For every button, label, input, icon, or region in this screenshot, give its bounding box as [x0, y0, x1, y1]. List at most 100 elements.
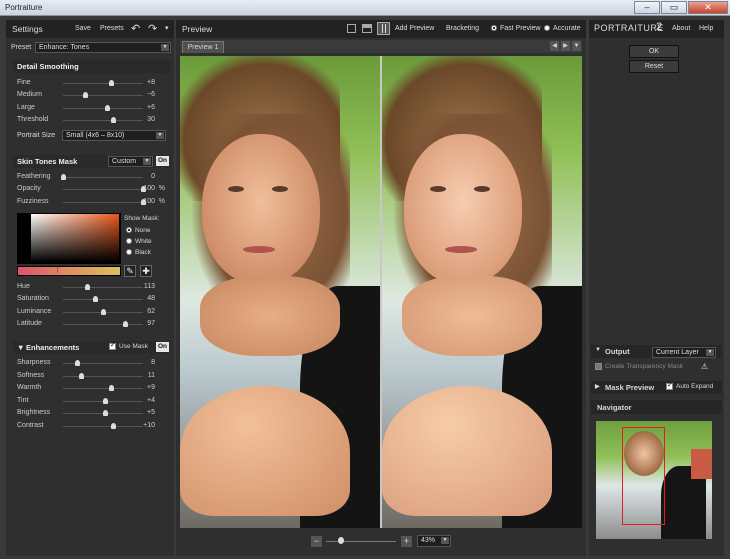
- hsl-slider-knob[interactable]: [101, 308, 106, 315]
- ok-button[interactable]: OK: [629, 45, 679, 58]
- bracketing-button[interactable]: Bracketing: [446, 25, 479, 32]
- hue-strip-marker[interactable]: |: [57, 267, 59, 273]
- hsl-value[interactable]: 48: [131, 295, 155, 302]
- enh-value[interactable]: +9: [131, 384, 155, 391]
- zoom-slider-track[interactable]: [326, 541, 396, 542]
- enh-value[interactable]: +4: [131, 397, 155, 404]
- split-vertical-icon[interactable]: [377, 22, 390, 35]
- skin-value[interactable]: 100: [131, 198, 155, 205]
- detail-value[interactable]: +8: [131, 79, 155, 86]
- original-preview-image[interactable]: [180, 56, 380, 528]
- undo-icon[interactable]: ↶: [131, 22, 140, 35]
- skin-value[interactable]: 0: [131, 173, 155, 180]
- hsl-value[interactable]: 97: [131, 320, 155, 327]
- enh-value[interactable]: +10: [131, 422, 155, 429]
- zoom-out-button[interactable]: −: [311, 536, 322, 547]
- use-mask-label: Use Mask: [119, 343, 148, 351]
- use-mask-checkbox[interactable]: Use Mask: [109, 341, 148, 351]
- hsl-slider-knob[interactable]: [93, 296, 98, 303]
- zoom-bar: − + 43% ▼: [176, 531, 586, 556]
- eyedropper-plus-icon[interactable]: ✚: [140, 265, 152, 277]
- color-picker-box[interactable]: [17, 213, 121, 264]
- reset-button[interactable]: Reset: [629, 60, 679, 73]
- skin-mode-select[interactable]: Custom ▼: [108, 156, 153, 167]
- menu-arrow-icon[interactable]: ▾: [165, 24, 169, 32]
- tab-prev-icon[interactable]: ◀: [550, 41, 559, 51]
- single-view-icon[interactable]: [347, 24, 356, 33]
- close-button[interactable]: ✕: [688, 1, 728, 14]
- add-preview-button[interactable]: Add Preview: [395, 25, 434, 32]
- help-button[interactable]: Help: [699, 25, 713, 32]
- radio-icon[interactable]: [126, 238, 132, 245]
- eyedropper-icon[interactable]: ✎: [124, 265, 136, 277]
- transparency-checkbox[interactable]: Create Transparency Mask: [595, 363, 683, 370]
- skin-slider-knob[interactable]: [61, 174, 66, 180]
- processed-preview-image[interactable]: [382, 56, 582, 528]
- skin-value[interactable]: 100: [131, 185, 155, 192]
- navigator-viewport[interactable]: [622, 427, 665, 525]
- redo-icon[interactable]: ↷: [148, 22, 157, 35]
- output-select[interactable]: Current Layer ▼: [652, 347, 716, 358]
- portrait-size-label: Portrait Size: [17, 132, 56, 139]
- enh-value[interactable]: 11: [131, 372, 155, 379]
- split-horizontal-icon[interactable]: [362, 24, 372, 33]
- about-button[interactable]: About: [672, 25, 690, 32]
- tab-list-icon[interactable]: ▼: [572, 41, 581, 51]
- accurate-radio[interactable]: Accurate: [544, 25, 581, 32]
- detail-value[interactable]: −6: [131, 91, 155, 98]
- radio-icon[interactable]: [126, 227, 132, 234]
- show-mask-white[interactable]: White: [126, 238, 152, 245]
- enh-slider-knob[interactable]: [75, 360, 81, 366]
- hue-strip[interactable]: [17, 266, 121, 276]
- settings-title: Settings: [12, 24, 43, 34]
- save-button[interactable]: Save: [75, 25, 91, 32]
- radio-icon[interactable]: [126, 249, 132, 256]
- detail-slider-knob[interactable]: [105, 104, 110, 111]
- presets-button[interactable]: Presets: [100, 25, 124, 32]
- enh-slider-knob[interactable]: [78, 372, 84, 379]
- fast-preview-radio[interactable]: Fast Preview: [491, 25, 540, 32]
- tab-next-icon[interactable]: ▶: [561, 41, 570, 51]
- zoom-slider-knob[interactable]: [338, 537, 344, 544]
- enh-value[interactable]: +5: [131, 409, 155, 416]
- navigator-thumbnail[interactable]: [596, 421, 712, 539]
- skin-unit: %: [158, 197, 165, 205]
- radio-icon[interactable]: [544, 25, 550, 32]
- portrait-size-select[interactable]: Small (4x6 – 8x10) ▼: [62, 130, 166, 141]
- radio-icon[interactable]: [491, 25, 497, 32]
- detail-slider-knob[interactable]: [83, 92, 89, 99]
- detail-value[interactable]: +6: [131, 104, 155, 111]
- minimize-button[interactable]: –: [634, 1, 660, 14]
- zoom-value: 43%: [421, 537, 436, 544]
- zoom-select[interactable]: 43% ▼: [417, 535, 451, 547]
- detail-value[interactable]: 30: [131, 116, 155, 123]
- expand-arrow-icon[interactable]: ▶: [595, 383, 600, 390]
- enh-value[interactable]: 8: [131, 359, 155, 366]
- hsl-value[interactable]: 62: [131, 308, 155, 315]
- maximize-button[interactable]: ▭: [661, 1, 687, 14]
- enh-slider-knob[interactable]: [110, 422, 116, 429]
- enh-slider-knob[interactable]: [103, 410, 109, 416]
- show-mask-black[interactable]: Black: [126, 249, 151, 256]
- detail-slider-knob[interactable]: [110, 116, 116, 123]
- hsl-slider-knob[interactable]: [123, 320, 129, 327]
- hsl-value[interactable]: 113: [131, 283, 155, 290]
- collapse-arrow-icon[interactable]: ▼: [17, 341, 24, 354]
- hsl-slider-knob[interactable]: [85, 284, 90, 290]
- skin-mask-on-toggle[interactable]: On: [156, 156, 169, 166]
- zoom-in-button[interactable]: +: [401, 536, 412, 547]
- enh-slider-knob[interactable]: [109, 385, 114, 391]
- enhancements-on-toggle[interactable]: On: [156, 342, 169, 352]
- enh-slider-knob[interactable]: [103, 397, 109, 404]
- preset-select[interactable]: Enhance: Tones ▼: [35, 42, 171, 53]
- auto-expand-checkbox[interactable]: Auto Expand: [666, 381, 713, 390]
- checkbox-icon[interactable]: [595, 363, 602, 370]
- collapse-arrow-icon[interactable]: ▼: [595, 347, 601, 353]
- show-mask-none[interactable]: None: [126, 227, 151, 234]
- detail-slider-knob[interactable]: [109, 80, 114, 86]
- checkbox-icon[interactable]: [666, 381, 673, 390]
- checkbox-icon[interactable]: [109, 341, 116, 350]
- tab-preview-1[interactable]: Preview 1: [182, 41, 224, 53]
- color-gradient[interactable]: [31, 214, 119, 262]
- enh-label: Contrast: [17, 421, 44, 429]
